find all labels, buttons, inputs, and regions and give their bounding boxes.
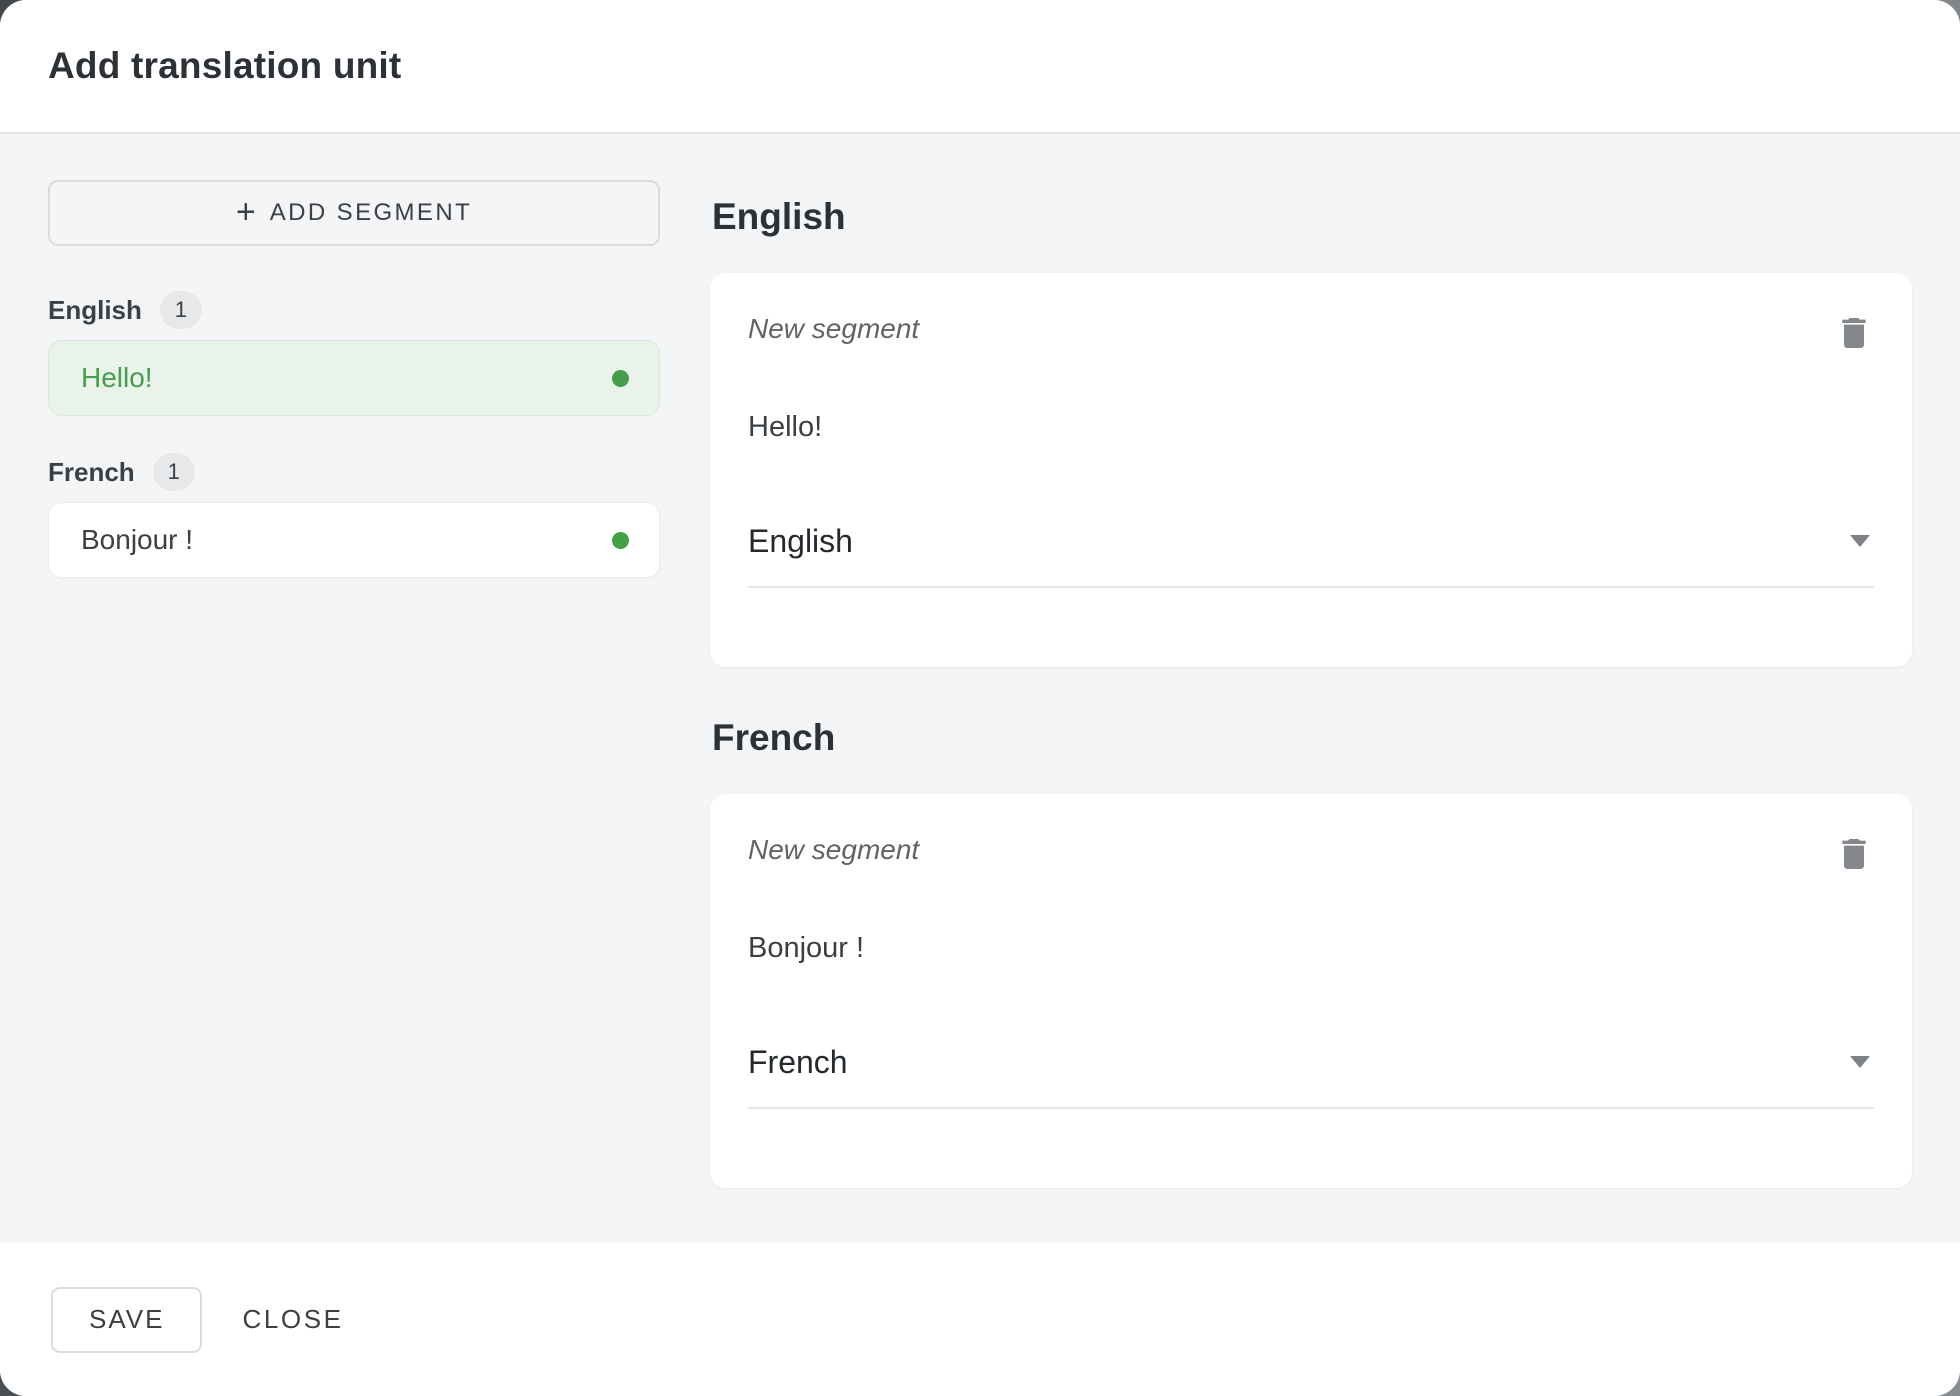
- editor-heading-english: English: [712, 194, 1912, 240]
- language-select-french[interactable]: French: [748, 1041, 1874, 1083]
- segment-item-text: Hello!: [81, 362, 153, 394]
- add-translation-unit-dialog: Add translation unit + ADD SEGMENT Engli…: [0, 0, 1960, 1396]
- status-dot-icon: [612, 370, 629, 387]
- segment-count-badge: 1: [153, 453, 195, 491]
- segment-text-field[interactable]: Bonjour !: [748, 932, 1874, 965]
- editor-heading-french: French: [712, 715, 1912, 761]
- language-select-value: French: [748, 1044, 848, 1081]
- dialog-footer: SAVE CLOSE: [0, 1243, 1960, 1396]
- page-title: Add translation unit: [48, 45, 401, 87]
- select-underline: [748, 586, 1874, 588]
- status-dot-icon: [612, 532, 629, 549]
- plus-icon: +: [236, 195, 256, 229]
- editor-card-english: New segment Hello! English: [710, 273, 1912, 667]
- delete-icon: [1834, 834, 1874, 874]
- delete-segment-button[interactable]: [1830, 830, 1878, 878]
- language-group-english: English 1: [48, 290, 660, 330]
- language-group-french: French 1: [48, 452, 660, 492]
- delete-icon: [1834, 313, 1874, 353]
- add-segment-label: ADD SEGMENT: [270, 199, 472, 227]
- segment-text-field[interactable]: Hello!: [748, 411, 1874, 444]
- dialog-header: Add translation unit: [0, 0, 1960, 134]
- segment-list-panel: + ADD SEGMENT English 1 Hello! French 1 …: [48, 134, 660, 1243]
- segment-item-text: Bonjour !: [81, 524, 193, 556]
- chevron-down-icon: [1850, 1056, 1870, 1068]
- editor-card-french: New segment Bonjour ! French: [710, 794, 1912, 1188]
- chevron-down-icon: [1850, 535, 1870, 547]
- segment-count-badge: 1: [160, 291, 202, 329]
- group-label: French: [48, 457, 135, 488]
- segment-item-french[interactable]: Bonjour !: [48, 502, 660, 578]
- editor-card-top-row: New segment: [748, 307, 1874, 357]
- save-button[interactable]: SAVE: [51, 1287, 202, 1353]
- segment-state-label: New segment: [748, 307, 919, 345]
- dialog-content: + ADD SEGMENT English 1 Hello! French 1 …: [0, 134, 1960, 1243]
- delete-segment-button[interactable]: [1830, 309, 1878, 357]
- add-segment-button[interactable]: + ADD SEGMENT: [48, 180, 660, 246]
- close-button[interactable]: CLOSE: [242, 1304, 343, 1335]
- segment-state-label: New segment: [748, 828, 919, 866]
- editor-card-top-row: New segment: [748, 828, 1874, 878]
- select-underline: [748, 1107, 1874, 1109]
- segment-item-english[interactable]: Hello!: [48, 340, 660, 416]
- group-label: English: [48, 295, 142, 326]
- language-select-value: English: [748, 523, 853, 560]
- language-select-english[interactable]: English: [748, 520, 1874, 562]
- segment-editor-panel: English New segment Hello! English Frenc…: [710, 134, 1912, 1243]
